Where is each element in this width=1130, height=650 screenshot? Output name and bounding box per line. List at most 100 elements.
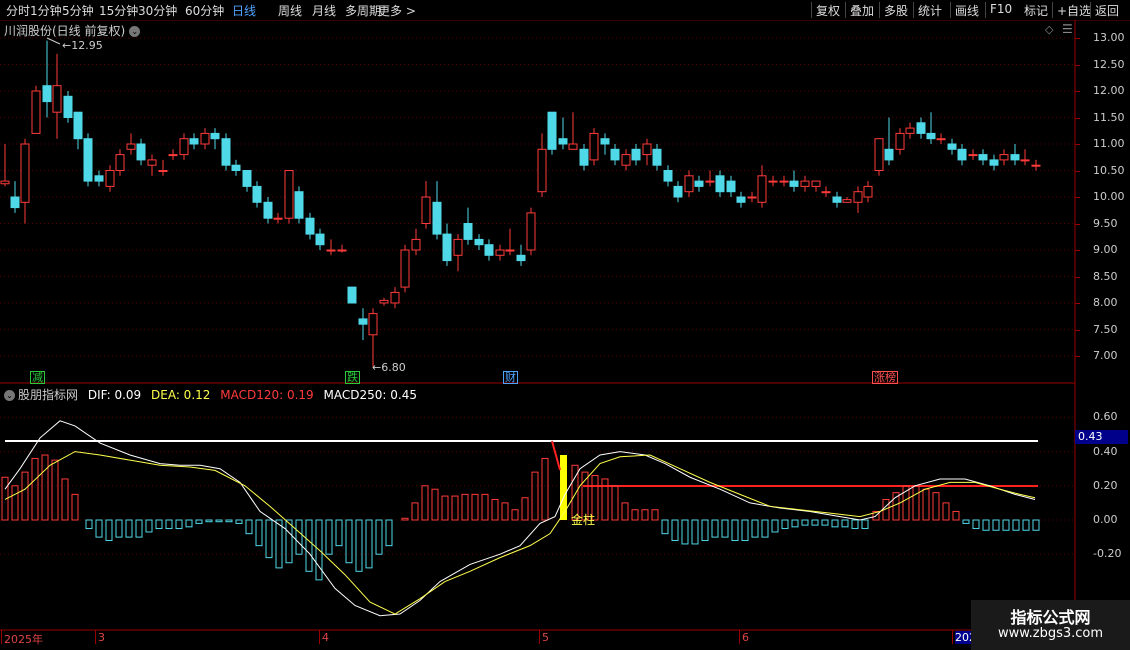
macd-bar bbox=[851, 519, 859, 530]
candle-body bbox=[210, 132, 220, 140]
high-pointer bbox=[46, 37, 61, 45]
price-tick: 7.00 bbox=[1093, 349, 1118, 362]
macd-bar bbox=[821, 519, 829, 526]
indicator-name[interactable]: 股朋指标网 bbox=[18, 388, 78, 402]
low-label: ←6.80 bbox=[372, 361, 406, 374]
tick-mark bbox=[1075, 38, 1080, 39]
candle-body bbox=[231, 164, 241, 171]
candle-body bbox=[158, 170, 168, 172]
macd-bar bbox=[325, 519, 333, 555]
candle-body bbox=[621, 154, 631, 166]
macd-bar bbox=[245, 519, 253, 535]
candle-body bbox=[20, 143, 30, 203]
macd-bar bbox=[681, 519, 689, 545]
macd-bar bbox=[952, 510, 960, 521]
indicator-tick: -0.20 bbox=[1093, 547, 1122, 561]
event-marker[interactable]: 减 bbox=[30, 371, 45, 384]
candle-body bbox=[800, 180, 810, 187]
dif-line bbox=[4, 420, 1036, 617]
indicator-tick: 0.40 bbox=[1093, 444, 1118, 458]
macd-bar bbox=[761, 519, 769, 538]
candle-body bbox=[589, 132, 599, 161]
candle-body bbox=[168, 154, 178, 157]
event-marker[interactable]: 财 bbox=[503, 371, 518, 384]
candle-body bbox=[474, 238, 484, 246]
candle-body bbox=[811, 180, 821, 187]
macd-bar bbox=[31, 457, 39, 521]
indicator-header: ⌄ 股朋指标网 DIF: 0.09 DEA: 0.12 MACD120: 0.19… bbox=[4, 386, 423, 403]
candle-body bbox=[842, 199, 852, 203]
candle-body bbox=[516, 254, 526, 262]
macd250-value: MACD250: 0.45 bbox=[323, 388, 417, 402]
candle-body bbox=[390, 291, 400, 304]
candle-body bbox=[400, 249, 410, 288]
tick-mark bbox=[1075, 117, 1080, 119]
date-tick: 5 bbox=[542, 631, 549, 644]
macd-bar bbox=[95, 519, 103, 538]
macd-bar bbox=[831, 519, 839, 528]
macd-bar bbox=[691, 519, 699, 545]
candle-body bbox=[926, 132, 936, 140]
macd-bar bbox=[751, 519, 759, 538]
macd-bar bbox=[265, 519, 273, 559]
candle-body bbox=[537, 148, 547, 193]
price-tick: 12.50 bbox=[1093, 57, 1125, 71]
candle-body bbox=[136, 143, 146, 161]
event-marker[interactable]: 涨榜 bbox=[872, 371, 898, 384]
high-label: ←12.95 bbox=[62, 39, 103, 52]
macd-bar bbox=[431, 488, 439, 521]
tick-mark bbox=[1075, 250, 1080, 251]
tick-mark bbox=[1075, 303, 1080, 304]
dif-value: DIF: 0.09 bbox=[87, 388, 142, 402]
macd-bar bbox=[942, 502, 950, 521]
candle-body bbox=[747, 196, 757, 199]
candle-body bbox=[337, 249, 347, 252]
candle-body bbox=[631, 148, 641, 161]
macd-bar bbox=[401, 517, 409, 521]
candle-body bbox=[315, 233, 325, 246]
macd-bar bbox=[275, 519, 283, 569]
candle-body bbox=[600, 138, 610, 145]
candle-body bbox=[757, 175, 767, 203]
candle-body bbox=[0, 180, 10, 185]
macd-bar bbox=[411, 502, 419, 521]
candle-body bbox=[715, 175, 725, 193]
macd-bar bbox=[71, 493, 79, 521]
candle-body bbox=[968, 154, 978, 157]
event-marker[interactable]: 跌 bbox=[345, 371, 360, 384]
macd-bar bbox=[51, 459, 59, 521]
chevron-down-icon[interactable]: ⌄ bbox=[4, 390, 15, 401]
price-tick: 10.50 bbox=[1093, 163, 1125, 177]
candle-body bbox=[936, 138, 946, 141]
candle-body bbox=[463, 223, 473, 240]
macd-bar bbox=[922, 488, 930, 521]
macd-bar bbox=[375, 519, 383, 555]
current-value-badge: 0.43 bbox=[1075, 430, 1128, 444]
tick-mark bbox=[1075, 197, 1080, 198]
kline-chart[interactable]: ←12.95 ←6.80 金柱 bbox=[0, 0, 1130, 650]
candle-body bbox=[411, 238, 421, 251]
candle-body bbox=[495, 249, 505, 256]
macd-bar bbox=[791, 519, 799, 528]
macd-bar bbox=[355, 519, 363, 572]
macd-bar bbox=[962, 519, 970, 524]
price-tick: 12.00 bbox=[1093, 84, 1125, 97]
candle-body bbox=[10, 196, 20, 209]
candle-body bbox=[126, 143, 136, 150]
candle-body bbox=[558, 138, 568, 145]
candle-body bbox=[673, 185, 683, 198]
tick-mark bbox=[1075, 64, 1080, 66]
candle-body bbox=[442, 233, 452, 262]
candle-body bbox=[453, 238, 463, 256]
macd-bar bbox=[305, 519, 313, 572]
candle-body bbox=[610, 148, 620, 161]
macd-bar bbox=[61, 478, 69, 521]
candle-body bbox=[726, 180, 736, 193]
macd-bar bbox=[471, 493, 479, 521]
macd-bar bbox=[365, 519, 373, 569]
candle-body bbox=[379, 299, 389, 304]
macd-bar bbox=[671, 519, 679, 542]
candle-body bbox=[94, 175, 104, 182]
candle-body bbox=[895, 132, 905, 150]
candle-body bbox=[326, 249, 336, 252]
